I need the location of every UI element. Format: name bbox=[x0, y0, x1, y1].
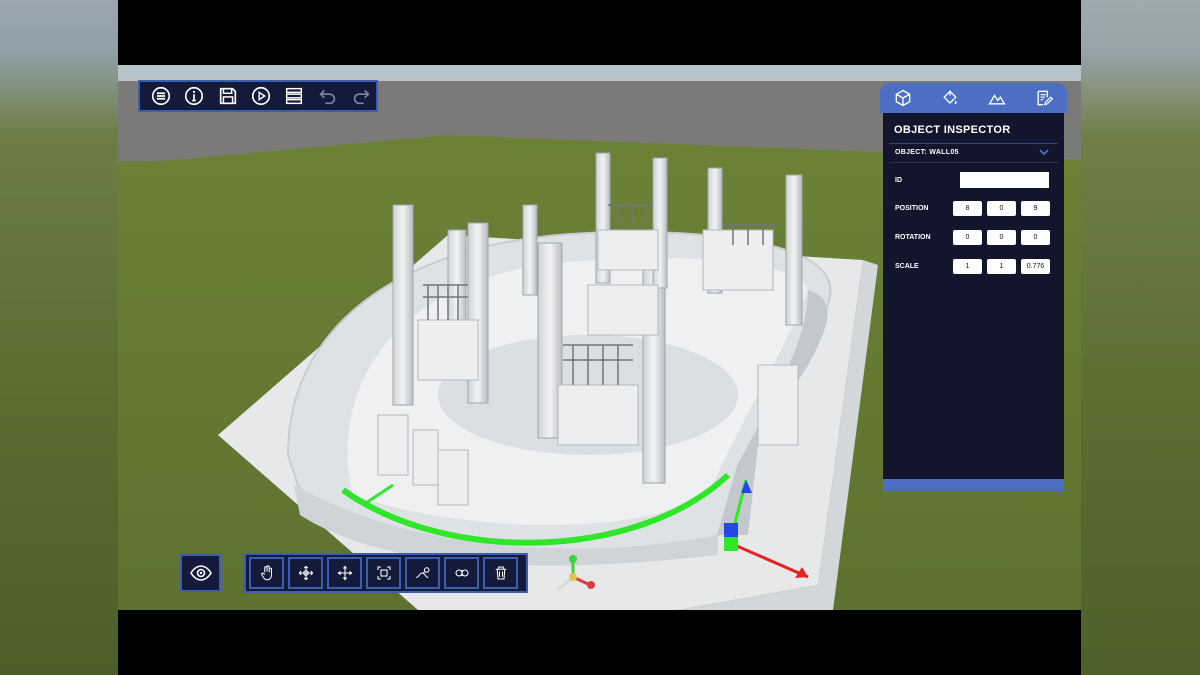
cube-icon bbox=[896, 89, 911, 107]
backdrop-left bbox=[0, 0, 118, 675]
view-toggle-button[interactable] bbox=[180, 554, 221, 592]
main-toolbar bbox=[138, 80, 378, 112]
link-icon bbox=[415, 567, 430, 579]
letterbox-top bbox=[118, 0, 1081, 65]
menu-button[interactable] bbox=[146, 83, 175, 109]
inspector-tabs bbox=[880, 83, 1067, 113]
delete-tool-button[interactable] bbox=[483, 557, 518, 589]
inspector-footer-bar bbox=[883, 479, 1064, 491]
divider bbox=[889, 162, 1058, 163]
pan-icon bbox=[337, 565, 352, 581]
inspector-body: OBJECT INSPECTOR OBJECT: WALL05 ID POSIT… bbox=[883, 113, 1064, 491]
info-icon bbox=[185, 86, 204, 106]
mirror-icon bbox=[454, 569, 469, 577]
rotation-x-field[interactable]: 0 bbox=[953, 230, 982, 245]
tab-materials[interactable] bbox=[933, 85, 967, 111]
rotation-y-field[interactable]: 0 bbox=[987, 230, 1016, 245]
scale-y-field[interactable]: 1 bbox=[987, 259, 1016, 274]
redo-button[interactable] bbox=[347, 83, 376, 109]
menu-icon bbox=[151, 86, 170, 106]
scale-x-field[interactable]: 1 bbox=[953, 259, 982, 274]
position-label: POSITION bbox=[895, 205, 929, 212]
mirror-tool-button[interactable] bbox=[444, 557, 479, 589]
position-z-field[interactable]: 9 bbox=[1021, 201, 1050, 216]
select-hand-icon bbox=[260, 565, 272, 581]
undo-icon bbox=[319, 89, 335, 105]
focus-tool-button[interactable] bbox=[366, 557, 401, 589]
trash-icon bbox=[495, 566, 506, 580]
pan-tool-button[interactable] bbox=[327, 557, 362, 589]
play-button[interactable] bbox=[246, 83, 275, 109]
select-tool-button[interactable] bbox=[249, 557, 284, 589]
undo-button[interactable] bbox=[313, 83, 342, 109]
info-button[interactable] bbox=[179, 83, 208, 109]
backdrop-right bbox=[1081, 0, 1200, 675]
letterbox-bottom bbox=[118, 610, 1081, 675]
play-icon bbox=[251, 86, 271, 106]
link-tool-button[interactable] bbox=[405, 557, 440, 589]
notes-icon bbox=[1037, 90, 1053, 106]
save-icon bbox=[219, 87, 236, 105]
transform-toolbar bbox=[244, 553, 528, 593]
object-inspector-panel: OBJECT INSPECTOR OBJECT: WALL05 ID POSIT… bbox=[880, 83, 1067, 491]
chevron-down-icon[interactable] bbox=[1038, 147, 1050, 157]
eye-icon bbox=[189, 565, 212, 581]
redo-icon bbox=[354, 89, 370, 105]
divider bbox=[889, 143, 1058, 144]
id-input[interactable] bbox=[960, 172, 1049, 188]
save-button[interactable] bbox=[213, 83, 242, 109]
move-tool-button[interactable] bbox=[288, 557, 323, 589]
layers-button[interactable] bbox=[280, 83, 309, 109]
rotation-z-field[interactable]: 0 bbox=[1021, 230, 1050, 245]
tab-object[interactable] bbox=[886, 85, 920, 111]
rotation-label: ROTATION bbox=[895, 234, 931, 241]
move-icon bbox=[298, 565, 313, 581]
inspector-title: OBJECT INSPECTOR bbox=[894, 124, 1011, 136]
position-x-field[interactable]: 8 bbox=[953, 201, 982, 216]
terrain-icon bbox=[988, 94, 1006, 105]
paint-bucket-icon bbox=[943, 90, 957, 104]
scale-z-field[interactable]: 0.776 bbox=[1021, 259, 1050, 274]
position-y-field[interactable]: 0 bbox=[987, 201, 1016, 216]
scale-label: SCALE bbox=[895, 263, 919, 270]
focus-icon bbox=[376, 566, 391, 580]
id-label: ID bbox=[895, 177, 902, 184]
tab-notes[interactable] bbox=[1027, 85, 1061, 111]
tab-terrain[interactable] bbox=[980, 85, 1014, 111]
object-selector-label[interactable]: OBJECT: WALL05 bbox=[895, 149, 959, 156]
layers-icon bbox=[286, 87, 303, 105]
